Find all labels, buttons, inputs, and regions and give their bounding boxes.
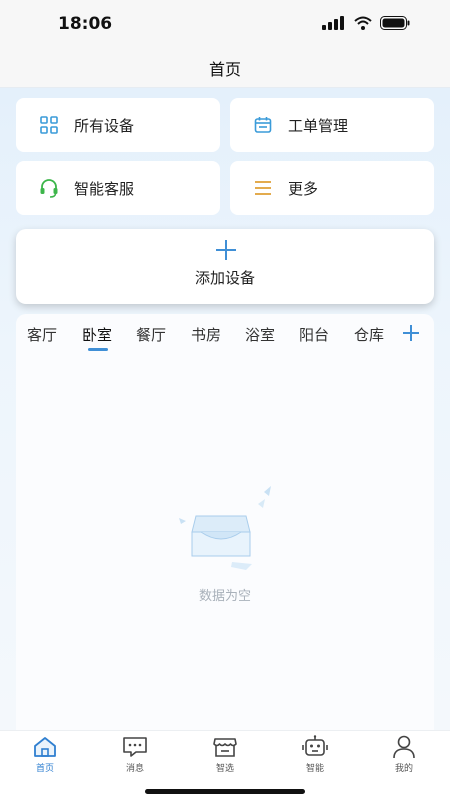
- message-icon: [123, 737, 147, 757]
- nav-profile[interactable]: 我的: [374, 735, 434, 774]
- home-icon: [34, 737, 56, 757]
- wifi-icon: [354, 16, 372, 30]
- add-device-label: 添加设备: [194, 269, 255, 287]
- work-order-label: 工单管理: [288, 116, 349, 135]
- calendar-icon: [252, 114, 274, 136]
- status-icons: [322, 16, 410, 30]
- all-devices-label: 所有设备: [74, 116, 135, 135]
- status-time: 18:06: [58, 14, 113, 34]
- nav-home-label: 首页: [35, 764, 54, 774]
- empty-box-illustration: [179, 486, 271, 570]
- nav-home[interactable]: 首页: [15, 735, 75, 774]
- store-icon: [213, 738, 237, 757]
- nav-messages-label: 消息: [125, 764, 144, 774]
- plus-icon: [216, 240, 236, 260]
- work-order-card[interactable]: 工单管理: [230, 98, 434, 152]
- tab-study[interactable]: 书房: [191, 324, 221, 345]
- nav-profile-label: 我的: [394, 764, 413, 774]
- tab-dining-room[interactable]: 餐厅: [136, 324, 166, 345]
- navigation-bar: 首页: [0, 46, 450, 88]
- room-tabs: 客厅 卧室 餐厅 书房 浴室 阳台 仓库: [16, 314, 434, 354]
- menu-icon: [252, 177, 274, 199]
- robot-icon: [302, 735, 328, 756]
- customer-service-label: 智能客服: [74, 179, 135, 198]
- tab-balcony[interactable]: 阳台: [299, 324, 329, 345]
- nav-smart[interactable]: 智能: [285, 735, 345, 774]
- empty-state-text: 数据为空: [198, 589, 251, 604]
- status-bar: 18:06: [0, 0, 450, 46]
- more-card[interactable]: 更多: [230, 161, 434, 215]
- grid-icon: [38, 114, 60, 136]
- nav-smart-label: 智能: [305, 764, 324, 774]
- all-devices-card[interactable]: 所有设备: [16, 98, 220, 152]
- tab-bathroom[interactable]: 浴室: [245, 324, 275, 345]
- tab-bedroom[interactable]: 卧室: [82, 324, 112, 345]
- cellular-signal-icon: [322, 16, 344, 30]
- active-tab-indicator: [88, 348, 108, 351]
- page-title: 首页: [208, 60, 241, 79]
- headset-icon: [38, 177, 60, 199]
- customer-service-card[interactable]: 智能客服: [16, 161, 220, 215]
- home-indicator: [145, 789, 305, 794]
- rooms-panel: 客厅 卧室 餐厅 书房 浴室 阳台 仓库 数据为空: [16, 314, 434, 730]
- nav-select-label: 智选: [215, 764, 234, 774]
- nav-select[interactable]: 智选: [195, 735, 255, 774]
- more-label: 更多: [288, 179, 319, 198]
- tab-living-room[interactable]: 客厅: [27, 324, 57, 345]
- tab-storage[interactable]: 仓库: [354, 324, 384, 345]
- battery-icon: [380, 16, 410, 30]
- add-device-button[interactable]: 添加设备: [16, 229, 434, 304]
- user-icon: [393, 735, 415, 759]
- add-room-icon[interactable]: [402, 324, 420, 342]
- nav-messages[interactable]: 消息: [105, 735, 165, 774]
